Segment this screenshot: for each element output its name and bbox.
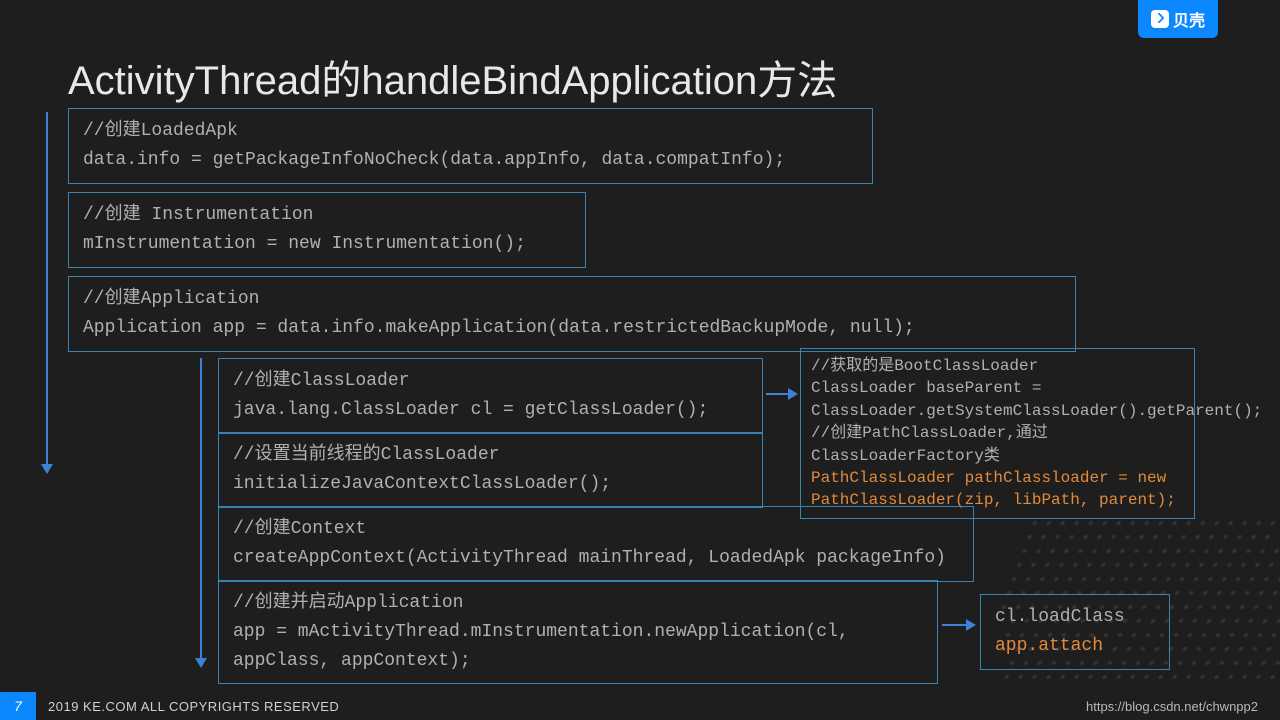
comment: //创建PathClassLoader,通过ClassLoaderFactory… [811, 422, 1184, 467]
code-line: data.info = getPackageInfoNoCheck(data.a… [83, 146, 858, 175]
copyright: 2019 KE.COM ALL COPYRIGHTS RESERVED [48, 699, 339, 714]
code-line: app = mActivityThread.mInstrumentation.n… [233, 618, 923, 676]
comment: //创建LoadedApk [83, 117, 858, 146]
flow-arrow-main [46, 112, 48, 472]
code-line: mInstrumentation = new Instrumentation()… [83, 230, 571, 259]
page-title: ActivityThread的handleBindApplication方法 [68, 48, 837, 106]
comment: //创建Application [83, 285, 1061, 314]
code-line: createAppContext(ActivityThread mainThre… [233, 544, 959, 573]
code-highlight: app.attach [995, 632, 1155, 661]
flow-arrow-sub [200, 358, 202, 666]
brand-logo: 贝壳 [1138, 0, 1218, 38]
code-line: initializeJavaContextClassLoader(); [233, 470, 748, 499]
code-box-bootclassloader: //获取的是BootClassLoader ClassLoader basePa… [800, 348, 1195, 519]
code-box-application: //创建Application Application app = data.i… [68, 276, 1076, 352]
code-line: ClassLoader.getSystemClassLoader().getPa… [811, 400, 1184, 422]
shell-icon [1151, 10, 1169, 28]
code-box-instrumentation: //创建 Instrumentation mInstrumentation = … [68, 192, 586, 268]
comment: //获取的是BootClassLoader [811, 355, 1184, 377]
code-box-context: //创建Context createAppContext(ActivityThr… [218, 506, 974, 582]
comment: //创建ClassLoader [233, 367, 748, 396]
comment: //设置当前线程的ClassLoader [233, 441, 748, 470]
footer: 7 2019 KE.COM ALL COPYRIGHTS RESERVED ht… [0, 692, 1280, 720]
code-box-loadedapk: //创建LoadedApk data.info = getPackageInfo… [68, 108, 873, 184]
code-box-newapplication: //创建并启动Application app = mActivityThread… [218, 580, 938, 684]
code-line: cl.loadClass [995, 603, 1155, 632]
code-box-context-loader: //设置当前线程的ClassLoader initializeJavaConte… [218, 432, 763, 508]
arrow-to-bootclassloader [766, 393, 796, 395]
page-number: 7 [0, 692, 36, 720]
comment: //创建并启动Application [233, 589, 923, 618]
comment: //创建Context [233, 515, 959, 544]
code-box-loadclass: cl.loadClass app.attach [980, 594, 1170, 670]
code-line: java.lang.ClassLoader cl = getClassLoade… [233, 396, 748, 425]
code-box-classloader: //创建ClassLoader java.lang.ClassLoader cl… [218, 358, 763, 434]
comment: //创建 Instrumentation [83, 201, 571, 230]
code-line: ClassLoader baseParent = [811, 377, 1184, 399]
arrow-to-loadclass [942, 624, 974, 626]
code-highlight: PathClassLoader pathClassloader = new [811, 467, 1184, 489]
code-line: Application app = data.info.makeApplicat… [83, 314, 1061, 343]
source-url: https://blog.csdn.net/chwnpp2 [1086, 699, 1258, 714]
brand-text: 贝壳 [1173, 7, 1205, 31]
